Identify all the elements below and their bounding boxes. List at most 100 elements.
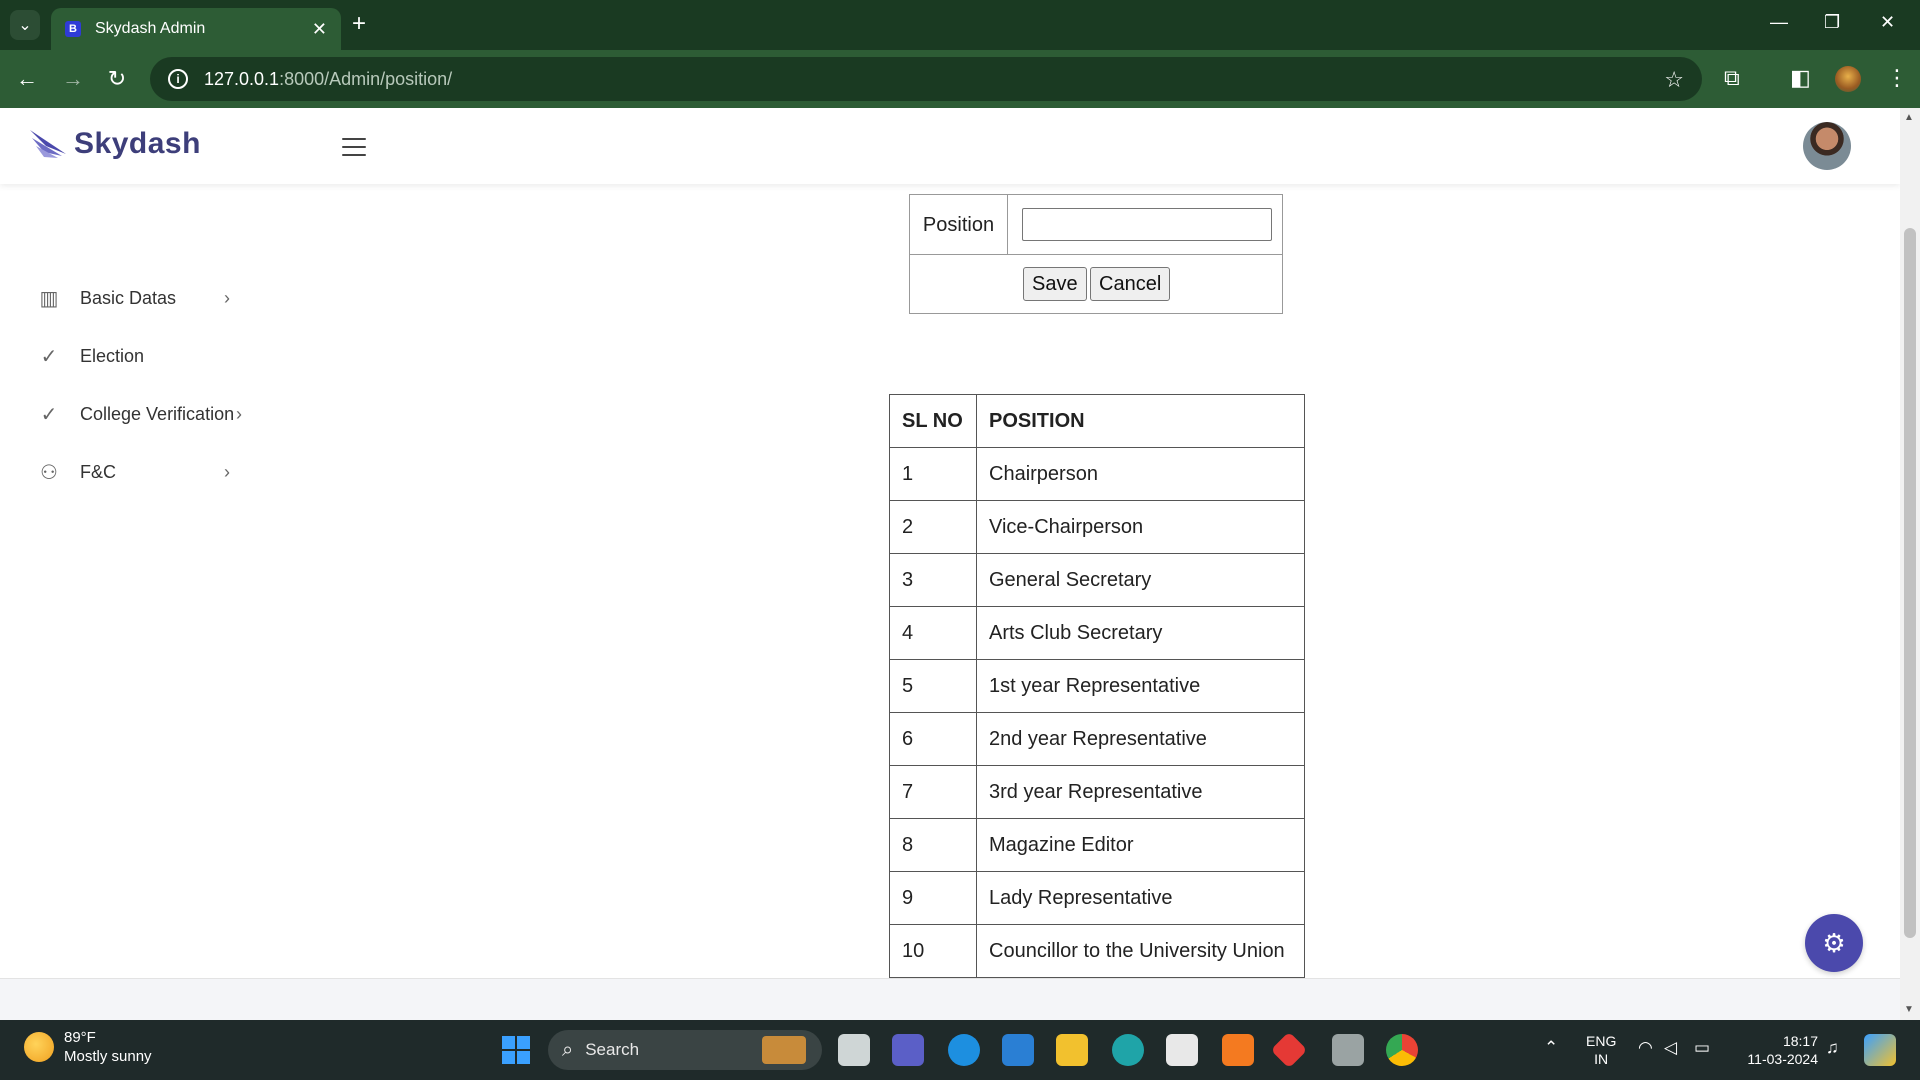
region-code: IN — [1594, 1051, 1609, 1067]
search-highlight-icon — [762, 1036, 806, 1064]
position-cell: Vice-Chairperson — [976, 500, 1305, 554]
url-path: :8000/Admin/position/ — [279, 68, 453, 89]
extensions-icon[interactable]: ⧉ — [1724, 65, 1740, 91]
site-info-icon[interactable]: i — [168, 69, 188, 89]
chevron-down-icon: ⌄ — [18, 17, 32, 34]
table-row: 9 Lady Representative — [889, 871, 1305, 925]
chrome-icon[interactable] — [1386, 1034, 1418, 1066]
cancel-button[interactable]: Cancel — [1090, 267, 1171, 301]
position-cell: 1st year Representative — [976, 659, 1305, 713]
store-icon[interactable] — [1166, 1034, 1198, 1066]
position-form: Position Save Cancel — [909, 194, 1283, 314]
page-content: Skydash ▥ Basic Datas › ✓ Election ✓ Col… — [0, 108, 1900, 1020]
edge-icon[interactable] — [1112, 1034, 1144, 1066]
position-input[interactable] — [1022, 208, 1272, 241]
language-indicator[interactable]: ENG IN — [1586, 1032, 1616, 1068]
position-cell: Councillor to the University Union — [976, 924, 1305, 978]
user-icon: ⚇ — [40, 462, 58, 484]
menu-toggle-icon[interactable] — [342, 138, 366, 156]
sl-no-cell: 9 — [889, 871, 977, 925]
table-row: 8 Magazine Editor — [889, 818, 1305, 872]
notification-bell-icon[interactable]: ♫ — [1826, 1038, 1839, 1058]
new-tab-button[interactable]: + — [352, 11, 366, 37]
browser-profile-avatar[interactable] — [1835, 66, 1861, 92]
sl-no-cell: 5 — [889, 659, 977, 713]
sl-no-cell: 4 — [889, 606, 977, 660]
sidebar-item-basic-datas[interactable]: ▥ Basic Datas › — [38, 286, 230, 311]
position-cell: General Secretary — [976, 553, 1305, 607]
volume-icon[interactable]: ◁ — [1664, 1038, 1677, 1058]
xampp-icon[interactable] — [1222, 1034, 1254, 1066]
table-row: 3 General Secretary — [889, 553, 1305, 607]
tab-search-button[interactable]: ⌄ — [10, 10, 40, 40]
sl-no-cell: 6 — [889, 712, 977, 766]
back-icon[interactable]: ← — [12, 64, 42, 94]
side-panel-icon[interactable]: ◧ — [1790, 65, 1811, 91]
sidebar-item-college-verification[interactable]: ✓ College Verification › — [38, 402, 242, 427]
forward-icon[interactable]: → — [58, 64, 88, 94]
form-row: Position — [910, 195, 1282, 255]
minimize-icon[interactable]: — — [1770, 12, 1788, 33]
sl-no-cell: 3 — [889, 553, 977, 607]
table-row: 2 Vice-Chairperson — [889, 500, 1305, 554]
check-icon: ✓ — [40, 404, 58, 426]
position-cell: Magazine Editor — [976, 818, 1305, 872]
url-host: 127.0.0.1 — [204, 68, 280, 89]
sidebar-item-fc[interactable]: ⚇ F&C › — [38, 460, 230, 485]
battery-icon[interactable]: ▭ — [1694, 1038, 1710, 1058]
scroll-up-icon[interactable]: ▲ — [1904, 112, 1914, 123]
browser-tab[interactable]: B Skydash Admin ✕ — [51, 8, 341, 50]
sl-no-cell: 7 — [889, 765, 977, 819]
vscode-icon[interactable] — [1002, 1034, 1034, 1066]
page-scrollbar[interactable]: ▲ ▼ — [1900, 108, 1920, 1020]
wifi-icon[interactable]: ◠ — [1638, 1038, 1653, 1058]
database-icon[interactable] — [1332, 1034, 1364, 1066]
scroll-down-icon[interactable]: ▼ — [1904, 1004, 1914, 1015]
taskbar-search[interactable]: ⌕ Search — [548, 1030, 822, 1070]
tab-title: Skydash Admin — [95, 20, 206, 37]
sidebar-item-label: F&C — [80, 462, 116, 482]
browser-tab-bar: ⌄ B Skydash Admin ✕ + — ❐ ✕ — [0, 0, 1920, 50]
browser-toolbar: ← → ↻ i 127.0.0.1:8000/Admin/position/ ☆… — [0, 50, 1920, 108]
column-header-sl-no: SL NO — [889, 394, 977, 448]
sidebar-item-label: Election — [80, 346, 145, 366]
address-bar[interactable]: i 127.0.0.1:8000/Admin/position/ ☆ — [150, 57, 1702, 101]
scrollbar-thumb[interactable] — [1904, 228, 1916, 938]
brand-logo[interactable]: Skydash — [28, 124, 201, 164]
copilot-icon[interactable] — [1864, 1034, 1896, 1066]
help-icon[interactable] — [948, 1034, 980, 1066]
table-row: 7 3rd year Representative — [889, 765, 1305, 819]
logo-wing-icon — [28, 124, 68, 164]
close-window-icon[interactable]: ✕ — [1880, 12, 1895, 33]
brand-name: Skydash — [74, 127, 201, 160]
reload-icon[interactable]: ↻ — [102, 64, 132, 94]
app-diamond-icon[interactable] — [1270, 1031, 1308, 1069]
meet-icon[interactable] — [892, 1034, 924, 1066]
avatar[interactable] — [1803, 122, 1851, 170]
sl-no-cell: 10 — [889, 924, 977, 978]
table-row: 5 1st year Representative — [889, 659, 1305, 713]
sl-no-cell: 8 — [889, 818, 977, 872]
sidebar-item-election[interactable]: ✓ Election — [38, 344, 144, 369]
windows-start-icon[interactable] — [502, 1036, 530, 1064]
task-view-icon[interactable] — [838, 1034, 870, 1066]
position-cell: Lady Representative — [976, 871, 1305, 925]
settings-gear-button[interactable]: ⚙ — [1805, 914, 1863, 972]
save-button[interactable]: Save — [1023, 267, 1087, 301]
close-tab-icon[interactable]: ✕ — [312, 19, 327, 40]
windows-taskbar: 89°F Mostly sunny ⌕ Search ⌃ ENG IN ◠ ◁ … — [0, 1020, 1920, 1080]
page-footer — [0, 978, 1900, 1020]
weather-widget[interactable]: 89°F Mostly sunny — [24, 1028, 152, 1066]
weather-condition: Mostly sunny — [64, 1048, 152, 1065]
chevron-right-icon: › — [236, 404, 242, 424]
search-label: Search — [585, 1040, 640, 1059]
bookmark-star-icon[interactable]: ☆ — [1664, 67, 1684, 93]
positions-table: SL NO POSITION 1 Chairperson 2 Vice-Chairpe… — [889, 394, 1305, 978]
browser-menu-icon[interactable]: ⋮ — [1886, 65, 1908, 91]
position-cell: 3rd year Representative — [976, 765, 1305, 819]
restore-icon[interactable]: ❐ — [1824, 12, 1840, 33]
file-explorer-icon[interactable] — [1056, 1034, 1088, 1066]
system-clock[interactable]: 18:17 11-03-2024 — [1738, 1032, 1818, 1068]
show-hidden-icons[interactable]: ⌃ — [1544, 1038, 1558, 1058]
chevron-right-icon: › — [224, 462, 230, 482]
